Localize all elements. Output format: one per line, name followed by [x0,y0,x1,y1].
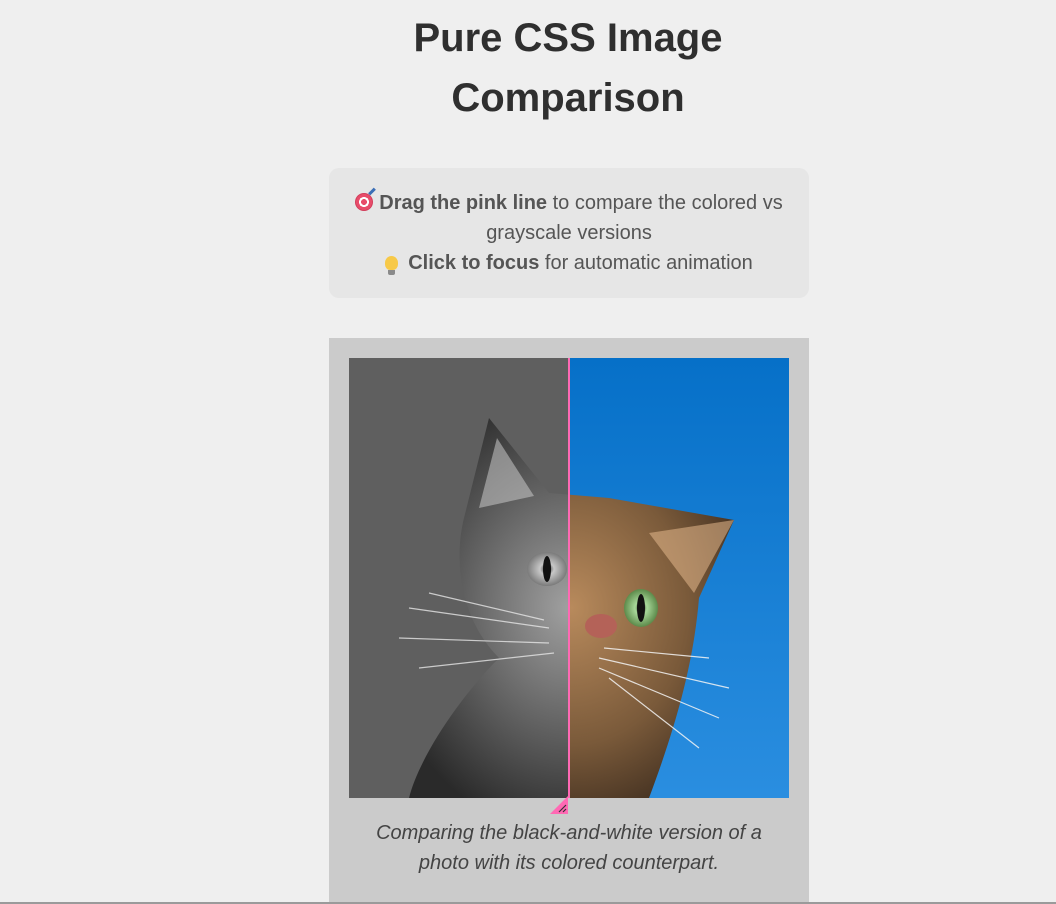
light-bulb-icon [385,256,399,275]
resize-handle-icon[interactable] [550,796,572,816]
page-title: Pure CSS Image Comparison [413,16,723,120]
instructions-box: Drag the pink line to compare the colore… [329,168,809,298]
image-comparison-figure[interactable]: Comparing the black-and-white version of… [329,338,809,904]
instruction-focus: Click to focus for automatic animation [343,248,795,278]
image-comparison-viewer[interactable] [349,358,789,798]
direct-hit-icon [355,193,374,211]
instruction-focus-bold: Click to focus [408,252,540,274]
comparison-divider[interactable] [568,358,570,798]
figure-caption: Comparing the black-and-white version of… [376,822,762,874]
instruction-focus-text: for automatic animation [539,252,753,274]
instruction-drag: Drag the pink line to compare the colore… [343,188,795,248]
instruction-drag-bold: Drag the pink line [379,192,548,214]
